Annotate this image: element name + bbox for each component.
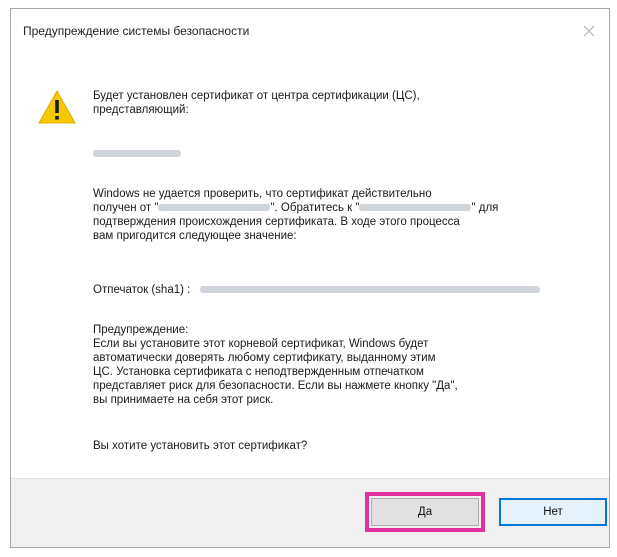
- title-bar: Предупреждение системы безопасности: [11, 9, 609, 55]
- no-button[interactable]: Нет: [499, 498, 607, 526]
- warning-text: Предупреждение: Если вы установите этот …: [93, 324, 458, 406]
- question-text: Вы хотите установить этот сертификат?: [93, 440, 308, 452]
- issuer-name-redacted: [93, 147, 593, 161]
- dialog-title: Предупреждение системы безопасности: [23, 24, 250, 38]
- security-warning-dialog: Предупреждение системы безопасности Буде…: [10, 8, 610, 548]
- thumbprint-label: Отпечаток (sha1) :: [93, 284, 191, 296]
- intro-text: Будет установлен сертификат от центра се…: [93, 90, 420, 116]
- issuer-redacted: [158, 204, 271, 212]
- warning-triangle-icon: [38, 89, 76, 124]
- thumbprint-value-redacted: [199, 286, 540, 294]
- yes-button[interactable]: Да: [365, 492, 485, 532]
- button-bar: Да Нет: [11, 478, 609, 547]
- verify-text: Windows не удается проверить, что сертиф…: [93, 188, 499, 242]
- thumbprint-row: Отпечаток (sha1) :: [93, 283, 593, 297]
- contact-redacted: [359, 204, 472, 212]
- close-icon[interactable]: [577, 19, 601, 43]
- dialog-content: Будет установлен сертификат от центра се…: [11, 55, 609, 479]
